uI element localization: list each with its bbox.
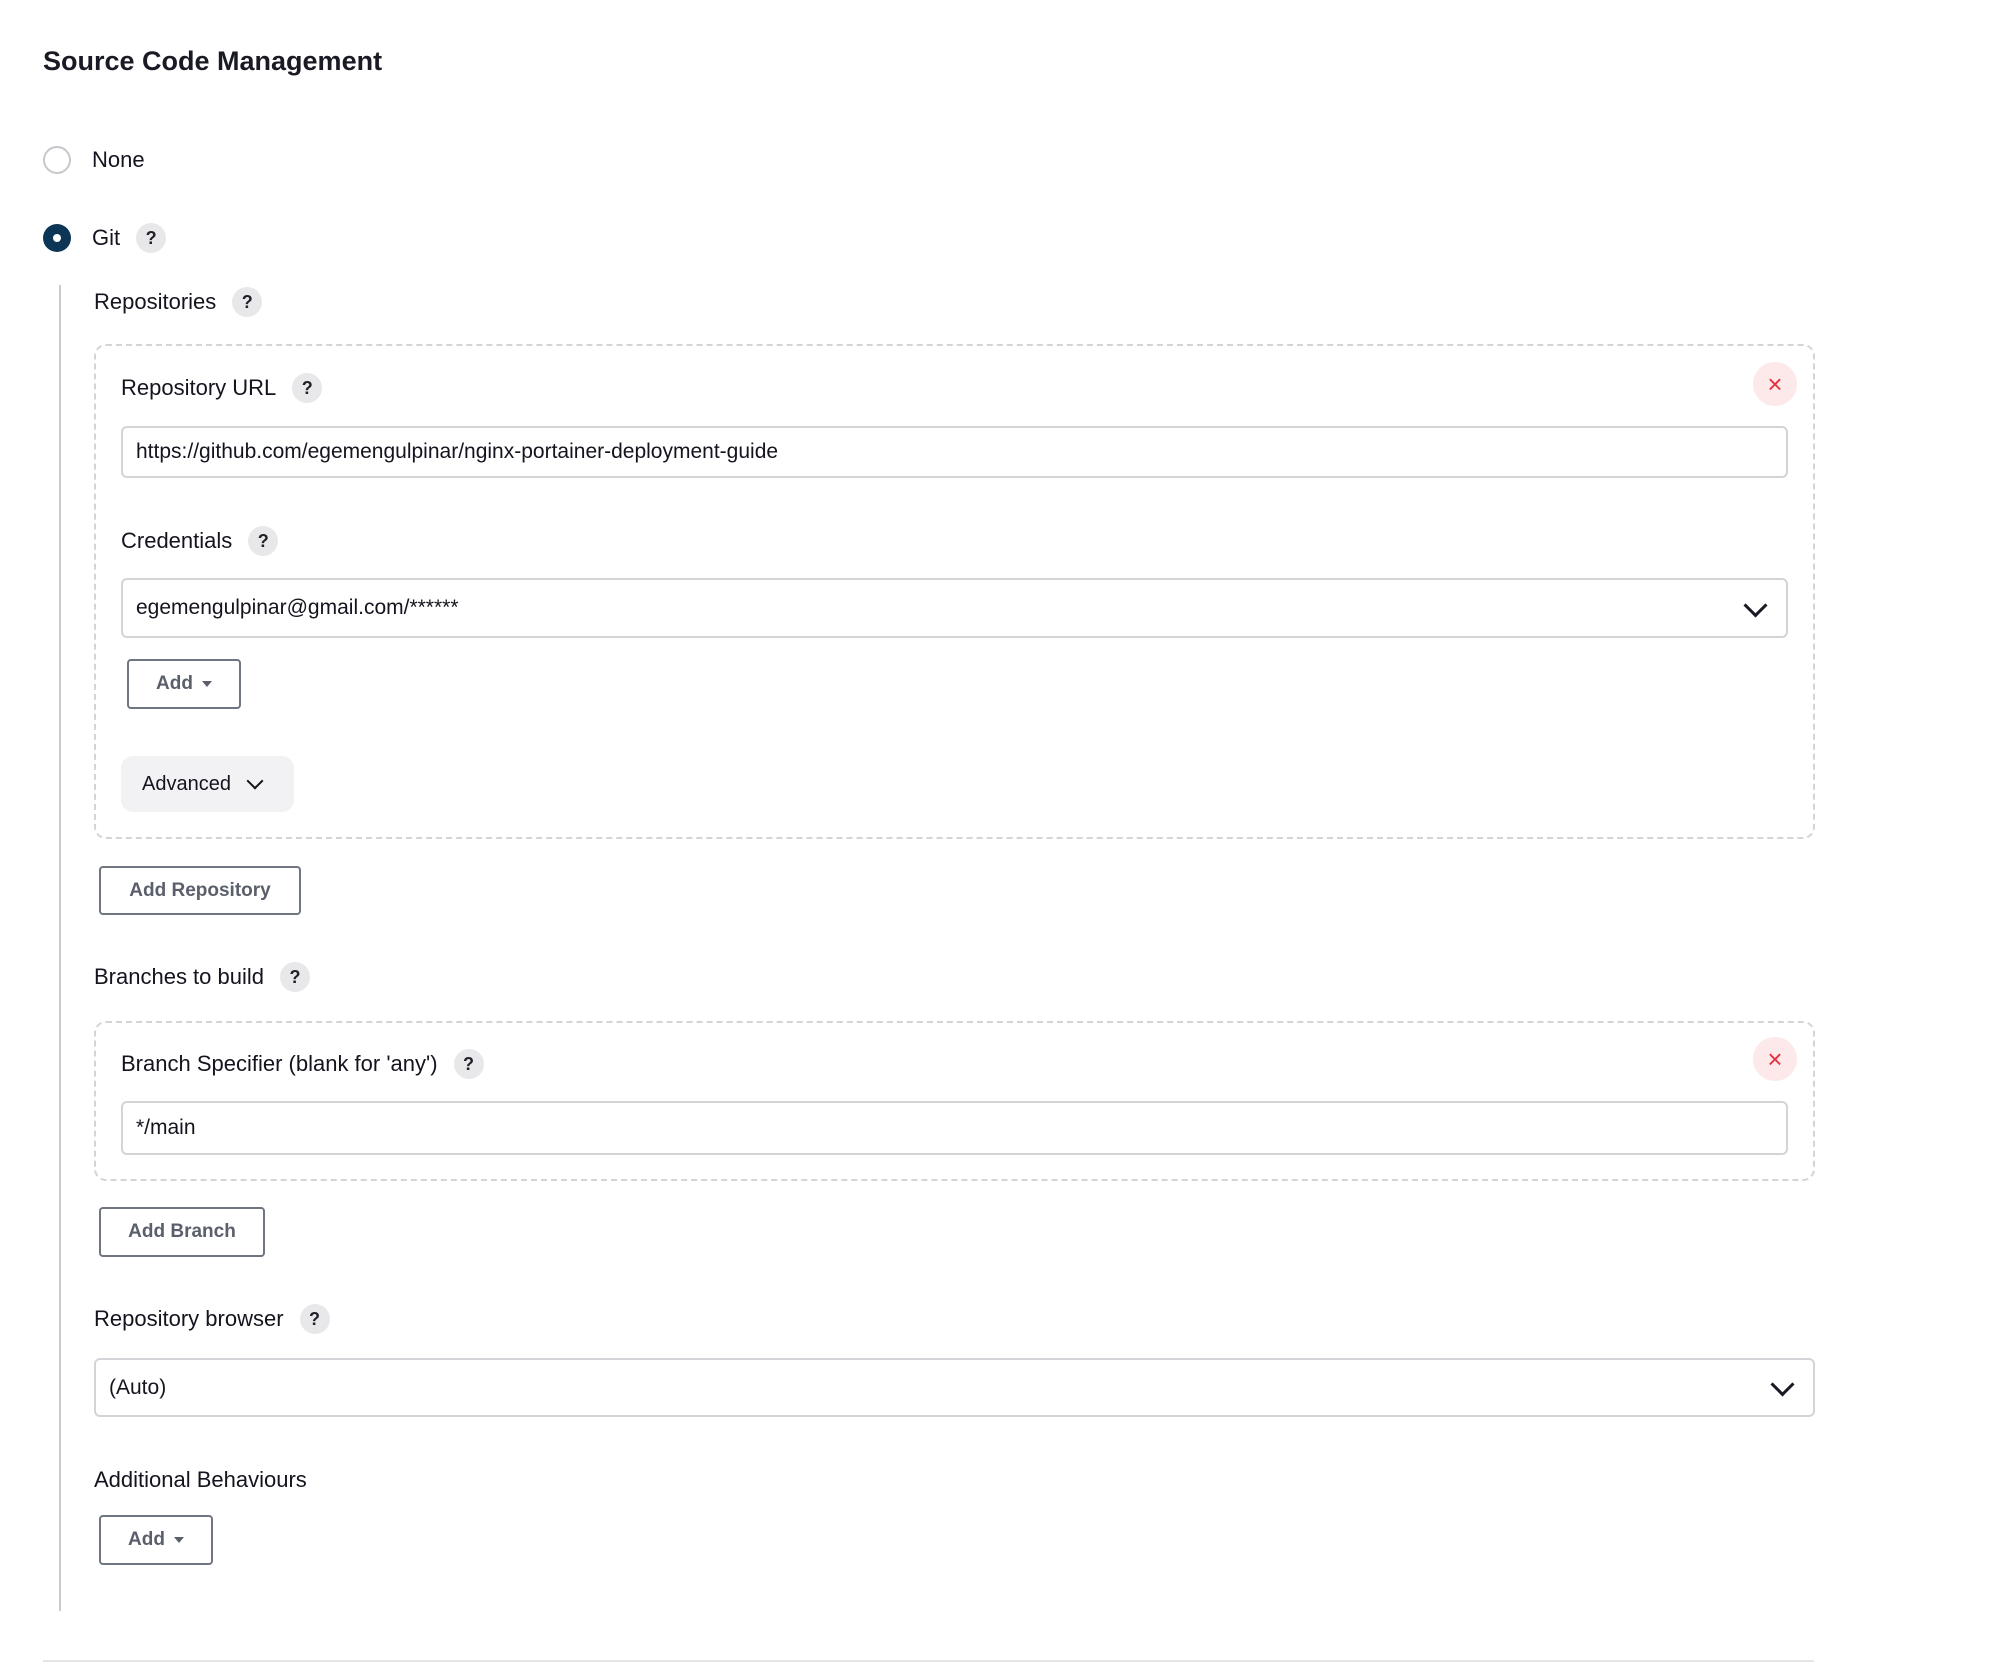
- credentials-header: Credentials ?: [121, 526, 279, 556]
- help-icon[interactable]: ?: [248, 526, 279, 556]
- add-credentials-label: Add: [156, 673, 193, 694]
- repository-browser-header: Repository browser ?: [94, 1304, 330, 1334]
- credentials-select[interactable]: egemengulpinar@gmail.com/******: [121, 578, 1788, 638]
- remove-branch-button[interactable]: ×: [1753, 1037, 1797, 1081]
- radio-git-label: Git: [92, 225, 121, 250]
- credentials-label: Credentials: [121, 528, 233, 553]
- help-icon[interactable]: ?: [136, 223, 167, 253]
- radio-none-label: None: [92, 147, 145, 172]
- radio-git[interactable]: [43, 224, 71, 252]
- add-branch-label: Add Branch: [128, 1221, 236, 1242]
- help-icon[interactable]: ?: [232, 287, 263, 317]
- close-icon: ×: [1767, 368, 1783, 399]
- branch-specifier-input[interactable]: */main: [121, 1101, 1788, 1155]
- radio-none[interactable]: [43, 146, 71, 174]
- credentials-value: egemengulpinar@gmail.com/******: [136, 596, 459, 619]
- scm-option-none[interactable]: None: [43, 146, 145, 174]
- branch-specifier-label: Branch Specifier (blank for 'any'): [121, 1051, 438, 1076]
- add-behaviour-label: Add: [128, 1529, 165, 1550]
- close-icon: ×: [1767, 1043, 1783, 1074]
- repository-url-label: Repository URL: [121, 375, 277, 400]
- remove-repository-button[interactable]: ×: [1753, 362, 1797, 406]
- help-icon[interactable]: ?: [299, 1304, 330, 1334]
- add-repository-button[interactable]: Add Repository: [99, 866, 301, 915]
- help-icon[interactable]: ?: [280, 962, 310, 992]
- branches-label: Branches to build: [94, 964, 264, 989]
- advanced-label: Advanced: [142, 772, 231, 795]
- branch-specifier-header: Branch Specifier (blank for 'any') ?: [121, 1049, 484, 1079]
- help-icon[interactable]: ?: [292, 373, 323, 403]
- caret-down-icon: [173, 1537, 184, 1543]
- advanced-button[interactable]: Advanced: [121, 756, 294, 812]
- repository-url-input[interactable]: https://github.com/egemengulpinar/nginx-…: [121, 426, 1788, 478]
- add-credentials-button[interactable]: Add: [127, 659, 241, 709]
- branches-header: Branches to build ?: [94, 962, 310, 992]
- repository-browser-select[interactable]: (Auto): [94, 1358, 1815, 1417]
- caret-down-icon: [201, 681, 212, 687]
- repositories-label: Repositories: [94, 289, 217, 314]
- section-title: Source Code Management: [43, 46, 383, 76]
- scm-option-git[interactable]: Git ?: [43, 223, 167, 253]
- repository-url-header: Repository URL ?: [121, 373, 323, 403]
- add-repository-label: Add Repository: [129, 879, 271, 901]
- add-behaviour-button[interactable]: Add: [99, 1515, 213, 1565]
- additional-behaviours-label: Additional Behaviours: [94, 1467, 307, 1492]
- repository-browser-value: (Auto): [109, 1375, 167, 1399]
- add-branch-button[interactable]: Add Branch: [99, 1207, 265, 1257]
- chevron-down-icon: [1743, 592, 1768, 618]
- repository-browser-label: Repository browser: [94, 1306, 284, 1331]
- chevron-down-icon: [1770, 1372, 1795, 1397]
- git-section-divider: [59, 285, 61, 1611]
- help-icon[interactable]: ?: [453, 1049, 484, 1079]
- chevron-down-icon: [246, 772, 264, 790]
- repositories-header: Repositories ?: [94, 287, 263, 317]
